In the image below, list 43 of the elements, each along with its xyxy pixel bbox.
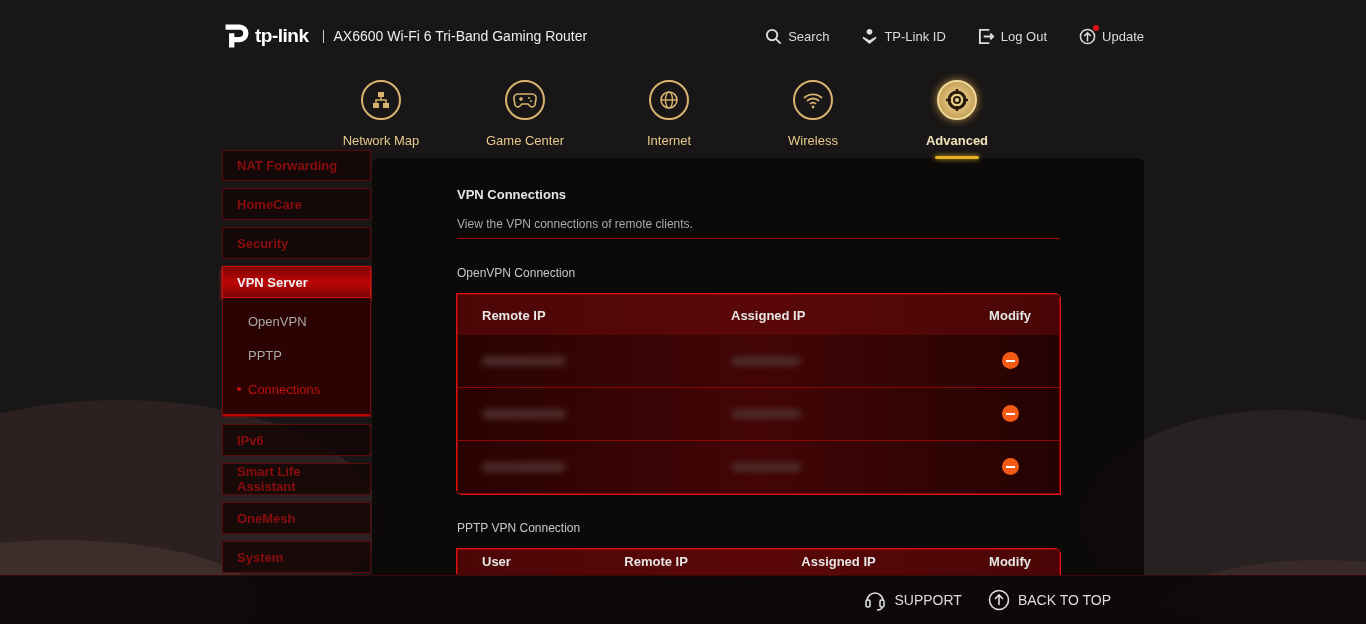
search-icon: [765, 27, 783, 45]
user-id-icon: [861, 27, 879, 45]
blurred-text: [731, 355, 801, 366]
submenu-item[interactable]: OpenVPN: [223, 304, 370, 338]
nav-tab[interactable]: Internet: [597, 72, 741, 158]
column-header: Modify: [988, 307, 1031, 323]
submenu-item[interactable]: PPTP: [223, 338, 370, 372]
header-link[interactable]: Update: [1079, 27, 1144, 45]
delete-button[interactable]: [1002, 405, 1019, 422]
table-title: OpenVPN Connection: [457, 266, 577, 280]
section-description: View the VPN connections of remote clients.: [457, 217, 1060, 239]
nav-tab[interactable]: Advanced: [885, 72, 1029, 158]
column-header: User: [482, 554, 511, 569]
logout-icon: [977, 27, 995, 45]
header-link[interactable]: Log Out: [977, 27, 1048, 45]
nav-tab[interactable]: Game Center: [453, 72, 597, 158]
gear-icon: [945, 88, 969, 112]
brand-name: tp-link: [255, 25, 309, 47]
table-title: PPTP VPN Connection: [457, 521, 582, 535]
sidebar-item[interactable]: VPN Server: [222, 266, 371, 298]
nav-tab[interactable]: Wireless: [741, 72, 885, 158]
globe-icon: [659, 90, 679, 110]
column-header: Remote IP: [624, 554, 688, 569]
upload-icon: [1079, 27, 1097, 45]
column-header: Assigned IP: [731, 307, 807, 323]
blurred-text: [731, 461, 801, 472]
header-link[interactable]: TP-Link ID: [861, 27, 946, 45]
blurred-text: [731, 408, 801, 419]
headset-icon: [864, 589, 887, 611]
network-icon: [371, 90, 391, 110]
wifi-icon: [802, 91, 824, 109]
footer-link[interactable]: BACK TO TOP: [987, 589, 1111, 611]
gamepad-icon: [513, 91, 537, 109]
section-title: VPN Connections: [457, 187, 568, 202]
delete-button[interactable]: [1002, 458, 1019, 475]
header-link[interactable]: Search: [765, 27, 830, 45]
router-model: AX6600 Wi-Fi 6 Tri-Band Gaming Router: [333, 28, 588, 44]
footer-link[interactable]: SUPPORT: [864, 589, 962, 611]
column-header: Modify: [989, 554, 1031, 569]
arrow-up-icon: [987, 589, 1010, 611]
column-header: Assigned IP: [801, 554, 876, 569]
column-header: Remote IP: [482, 307, 547, 323]
delete-button[interactable]: [1002, 352, 1019, 369]
